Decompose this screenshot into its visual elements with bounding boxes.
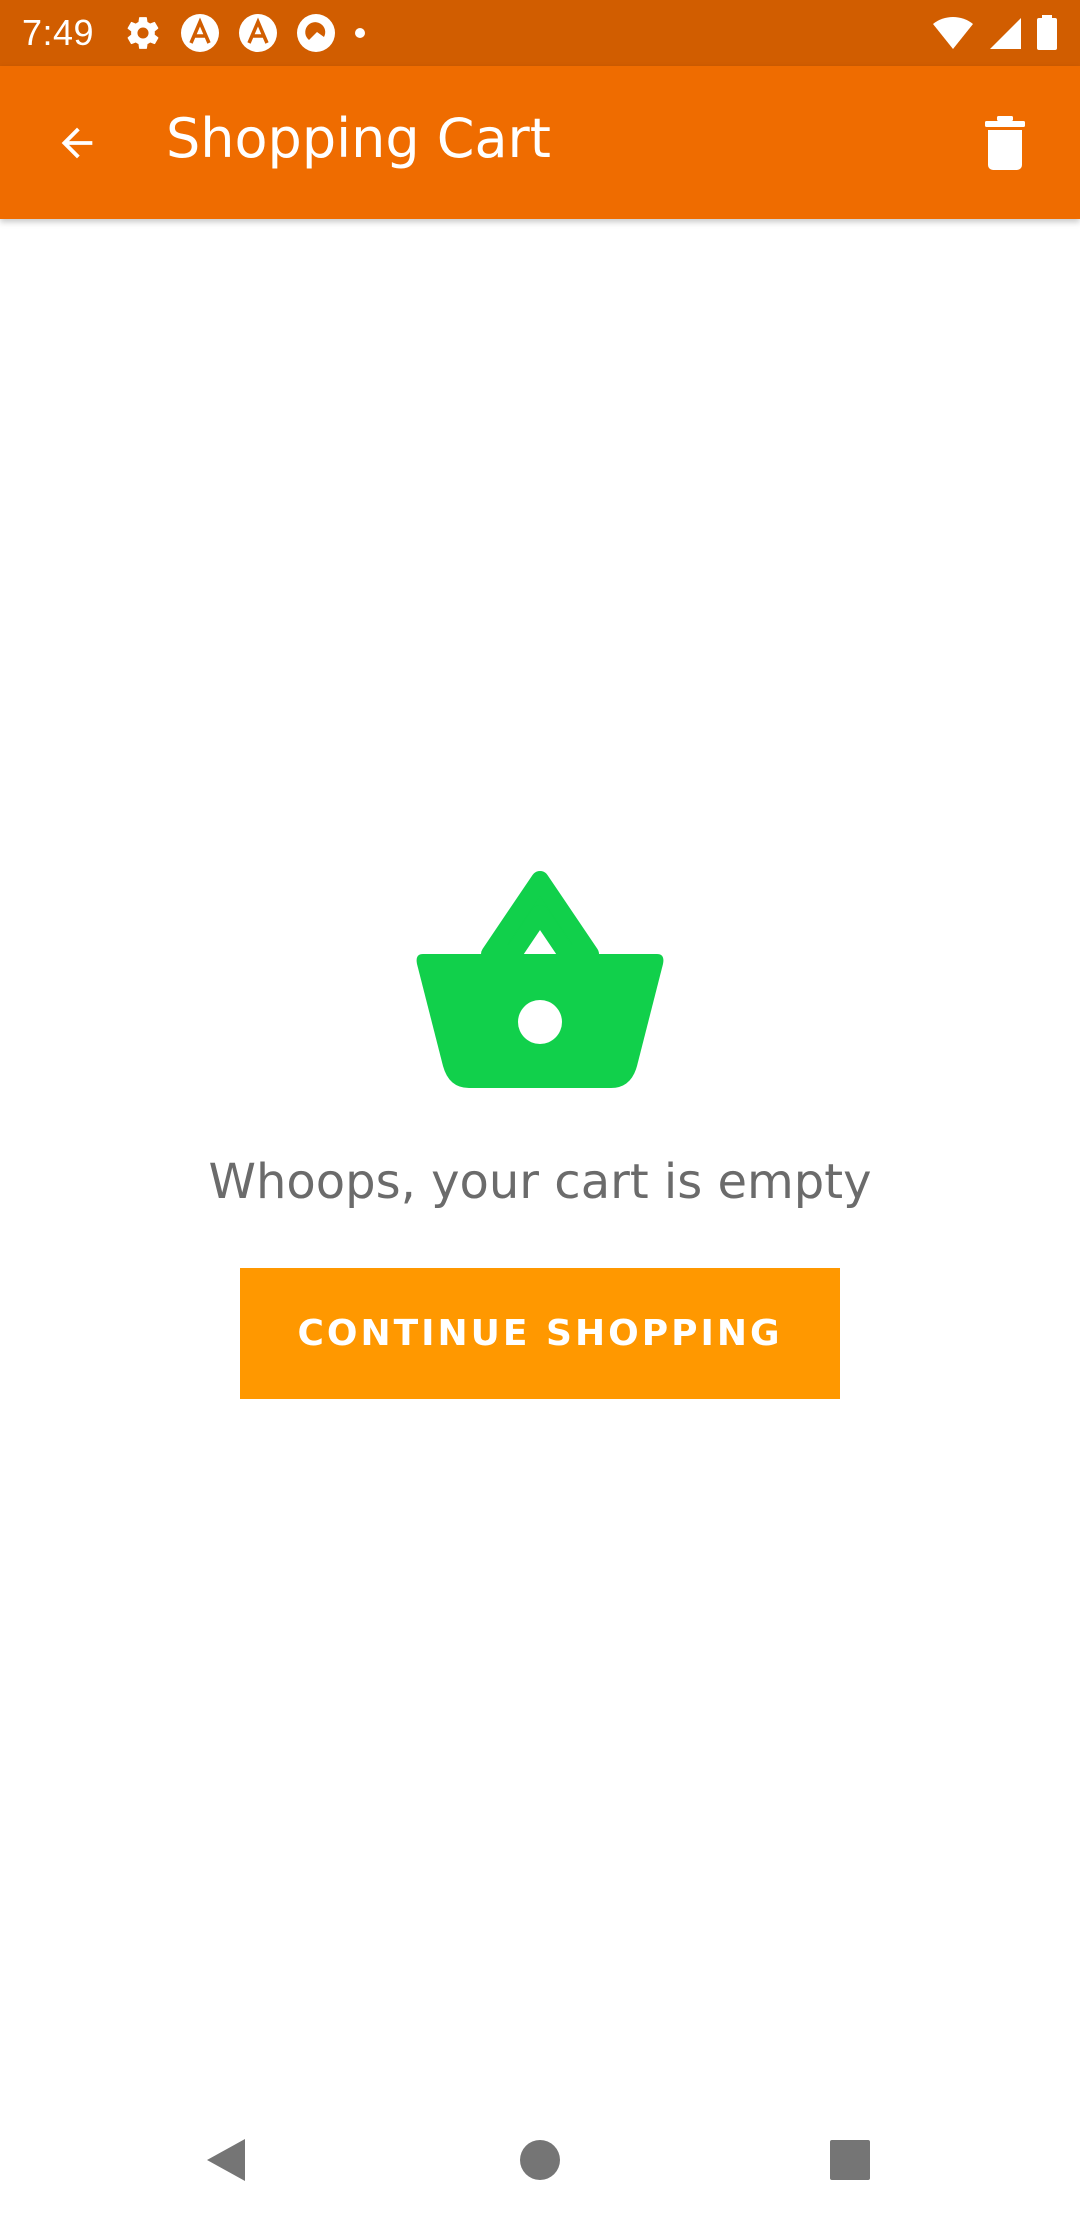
back-button[interactable] (22, 88, 132, 198)
empty-cart-message: Whoops, your cart is empty (208, 1154, 872, 1210)
status-time: 7:49 (22, 12, 95, 53)
continue-shopping-button[interactable]: CONTINUE SHOPPING (240, 1268, 840, 1399)
clear-cart-button[interactable] (960, 88, 1050, 198)
nav-back-button[interactable] (186, 2120, 266, 2200)
recents-square-icon (830, 2140, 870, 2180)
wifi-icon (932, 16, 974, 50)
trash-icon (985, 115, 1025, 170)
battery-icon (1036, 15, 1058, 51)
nav-home-button[interactable] (500, 2120, 580, 2200)
nav-recents-button[interactable] (810, 2120, 890, 2200)
arrow-back-icon (61, 127, 93, 158)
settings-icon (124, 14, 162, 52)
system-navigation-bar (0, 2100, 1080, 2220)
empty-cart-state: Whoops, your cart is empty CONTINUE SHOP… (0, 870, 1080, 1399)
back-triangle-icon (207, 2139, 245, 2181)
page-title: Shopping Cart (166, 107, 551, 170)
basket-icon (416, 871, 664, 1088)
status-system-icons (932, 15, 1058, 51)
home-circle-icon (520, 2140, 560, 2180)
dot-icon (354, 27, 366, 39)
app-a-icon (238, 13, 278, 53)
app-a-icon (180, 13, 220, 53)
app-bar: Shopping Cart (0, 66, 1080, 219)
status-bar: 7:49 (0, 0, 1080, 66)
signal-icon (988, 16, 1022, 50)
status-notification-icons (124, 13, 366, 53)
app-circle-icon (296, 13, 336, 53)
